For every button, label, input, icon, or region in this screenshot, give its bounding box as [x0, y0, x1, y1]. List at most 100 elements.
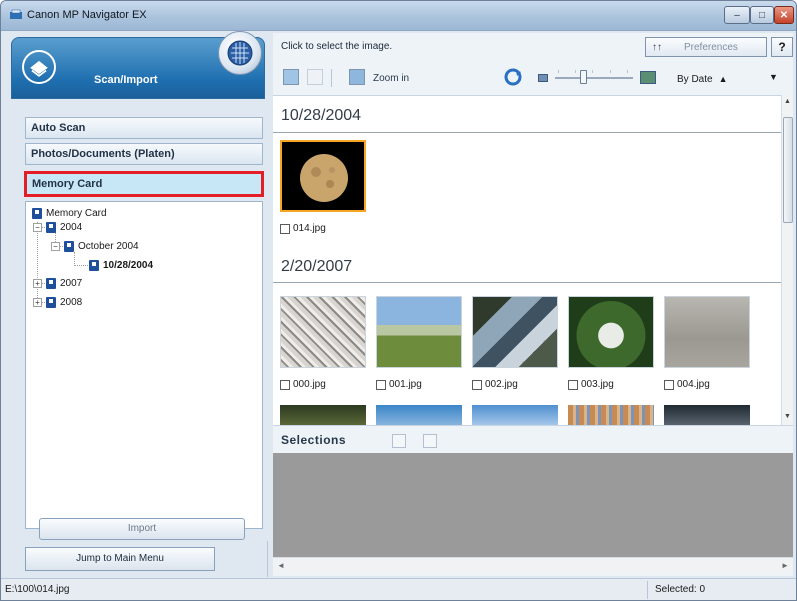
thumbnail-filename: 000.jpg [293, 379, 326, 390]
tree-label: 10/28/2004 [103, 260, 154, 271]
folder-icon [89, 260, 99, 271]
thumbnail-001[interactable]: 001.jpg [373, 292, 463, 402]
sort-ascending-icon: ▲ [718, 74, 728, 84]
flower-image [568, 296, 654, 368]
thumbnail-filename: 002.jpg [485, 379, 518, 390]
folder-icon [46, 278, 56, 289]
grass-image [376, 296, 462, 368]
globe-icon[interactable] [218, 31, 262, 75]
expand-toggle[interactable]: + [33, 298, 42, 307]
scroll-right-icon[interactable]: ► [781, 561, 789, 570]
thumbnail-checkbox[interactable] [280, 224, 290, 234]
partial-thumbnail[interactable] [280, 405, 366, 425]
thumbnail-checkbox[interactable] [568, 380, 578, 390]
close-button[interactable]: ✕ [774, 6, 794, 24]
horizontal-scrollbar[interactable]: ◄ ► [273, 557, 793, 573]
small-thumbnail-icon[interactable] [538, 74, 548, 82]
partial-thumbnail[interactable] [472, 405, 558, 425]
folder-tree: Memory Card − 2004 − October 2004 10/28/… [25, 201, 263, 529]
partial-thumbnail[interactable] [664, 405, 750, 425]
slider-tick [610, 70, 611, 73]
vertical-scrollbar[interactable]: ▲ ▼ [781, 95, 793, 425]
maximize-button[interactable]: □ [750, 6, 774, 24]
tree-item-october-2004[interactable]: October 2004 [64, 241, 139, 252]
status-file-path: E:\100\014.jpg [5, 584, 70, 595]
expand-toggle[interactable]: + [33, 279, 42, 288]
sort-label: By Date [677, 73, 713, 85]
slider-tick [627, 70, 628, 73]
thumbnail-filename: 004.jpg [677, 379, 710, 390]
tree-label: 2008 [60, 297, 83, 308]
slider-tick [558, 70, 559, 73]
partial-thumbnail[interactable] [376, 405, 462, 425]
section-title: Scan/Import [94, 74, 158, 86]
tree-item-10-28-2004[interactable]: 10/28/2004 [89, 260, 153, 271]
large-thumbnail-icon[interactable] [640, 71, 656, 84]
toolbar: Zoom in By Date ▲ ▼ [273, 63, 793, 89]
partial-thumbnail[interactable] [568, 405, 654, 425]
folder-icon [46, 222, 56, 233]
thumbnail-filename: 001.jpg [389, 379, 422, 390]
thumbnail-checkbox[interactable] [664, 380, 674, 390]
tree-item-2004[interactable]: 2004 [46, 222, 82, 233]
tree-label: 2007 [60, 278, 83, 289]
moon-picture [300, 154, 348, 202]
scroll-down-icon[interactable]: ▼ [784, 413, 791, 420]
folder-icon [64, 241, 74, 252]
thumbnail-000[interactable]: 000.jpg [277, 292, 367, 402]
left-panel: Scan/Import Auto Scan Photos/Documents (… [5, 31, 269, 577]
app-logo-icon [10, 9, 22, 19]
help-button[interactable]: ? [771, 37, 793, 57]
thumbnail-014[interactable]: 014.jpg [277, 136, 367, 246]
tree-label: 2004 [60, 222, 83, 233]
thumbnail-size-slider[interactable] [555, 77, 633, 79]
scroll-left-icon[interactable]: ◄ [277, 561, 285, 570]
photos-documents-button[interactable]: Photos/Documents (Platen) [25, 143, 263, 165]
toolbar-divider [331, 69, 332, 87]
collapse-toggle[interactable]: − [33, 223, 42, 232]
divider [273, 132, 781, 133]
slider-handle[interactable] [580, 70, 587, 84]
preferences-icon: ↑↑ [652, 41, 662, 53]
collapse-toggle[interactable]: − [51, 242, 60, 251]
folder-icon [46, 297, 56, 308]
selections-area[interactable] [273, 453, 793, 557]
deselect-all-icon[interactable] [307, 69, 323, 85]
thumbnail-003[interactable]: 003.jpg [565, 292, 655, 402]
thumbnail-checkbox[interactable] [280, 380, 290, 390]
grid-view-icon[interactable] [392, 434, 406, 448]
thumbnail-004[interactable]: 004.jpg [661, 292, 751, 402]
thumbnail-gallery: 10/28/2004 014.jpg 2/20/2007 000.jpg 001… [273, 95, 781, 425]
tree-item-memory-card[interactable]: Memory Card [32, 208, 107, 219]
jump-to-main-menu-button[interactable]: Jump to Main Menu [25, 547, 215, 571]
slider-tick [592, 70, 593, 73]
tree-label: October 2004 [78, 241, 139, 252]
preferences-button[interactable]: ↑↑ Preferences [645, 37, 767, 57]
thumbnail-filename: 014.jpg [293, 223, 326, 234]
minimize-button[interactable]: – [724, 6, 750, 24]
scroll-up-icon[interactable]: ▲ [784, 98, 791, 105]
thumbnail-002[interactable]: 002.jpg [469, 292, 559, 402]
memory-card-button[interactable]: Memory Card [24, 171, 264, 197]
scanner-icon [22, 50, 56, 84]
tree-item-2008[interactable]: 2008 [46, 297, 82, 308]
refresh-icon[interactable] [504, 68, 522, 86]
scrollbar-thumb[interactable] [783, 117, 793, 223]
selections-label: Selections [281, 432, 347, 447]
zoom-in-label[interactable]: Zoom in [373, 73, 409, 84]
auto-scan-button[interactable]: Auto Scan [25, 117, 263, 139]
tree-label: Memory Card [46, 208, 107, 219]
status-bar: E:\100\014.jpg Selected: 0 [1, 578, 796, 600]
thumbnail-checkbox[interactable] [472, 380, 482, 390]
thumbnail-checkbox[interactable] [376, 380, 386, 390]
sort-dropdown[interactable]: By Date ▲ ▼ [677, 69, 783, 89]
tree-item-2007[interactable]: 2007 [46, 278, 82, 289]
import-button[interactable]: Import [39, 518, 245, 540]
single-view-icon[interactable] [423, 434, 437, 448]
select-all-icon[interactable] [283, 69, 299, 85]
zoom-in-icon[interactable] [349, 69, 365, 85]
grid-globe-icon [227, 40, 253, 66]
sand-image [664, 296, 750, 368]
moon-image [280, 140, 366, 212]
memory-card-icon [32, 208, 42, 219]
